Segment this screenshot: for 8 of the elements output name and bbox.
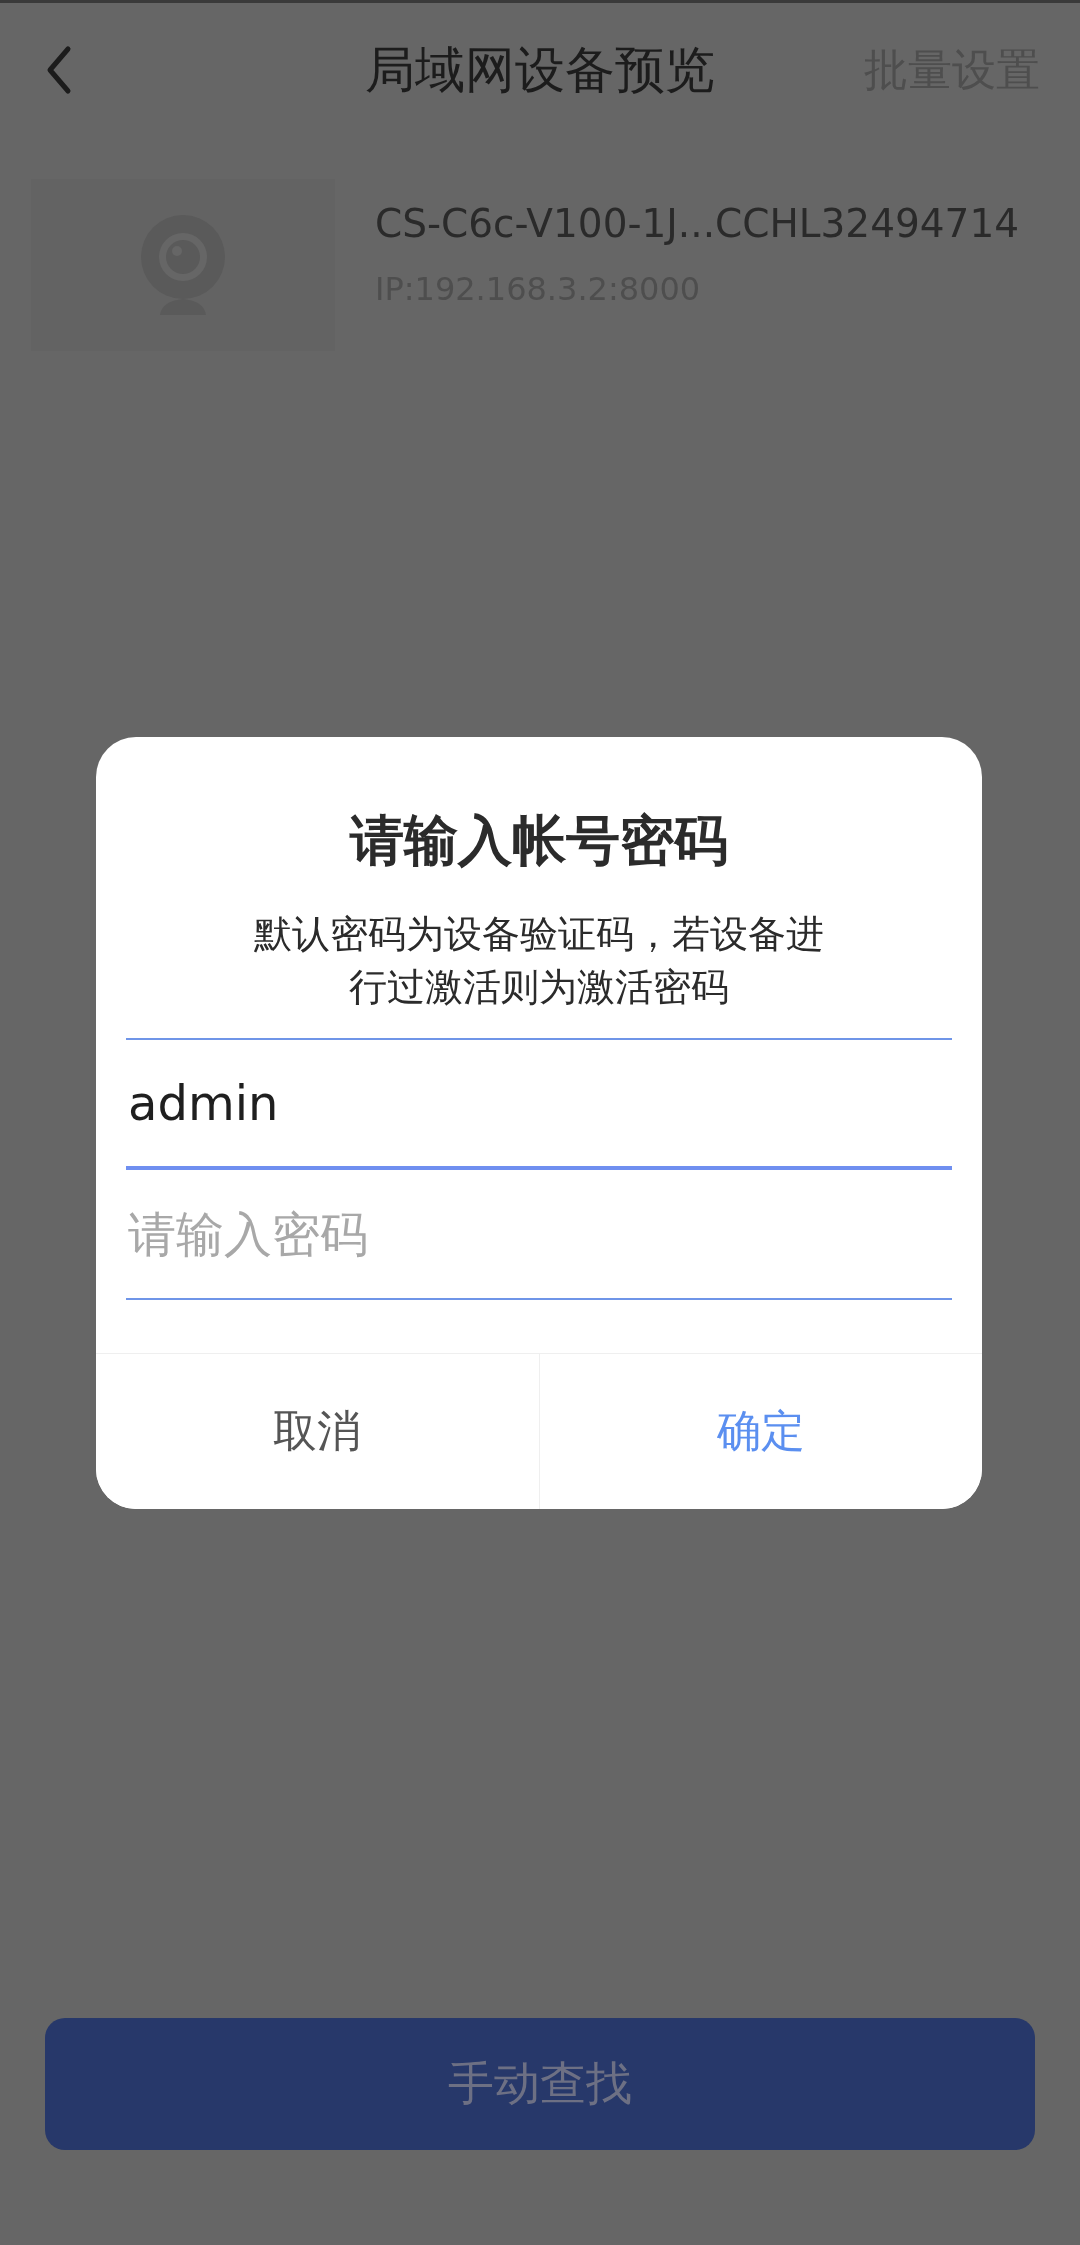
username-field[interactable]: admin <box>126 1040 952 1170</box>
device-name: CS-C6c-V100-1J...CCHL32494714 <box>375 201 1020 246</box>
dialog-title: 请输入帐号密码 <box>348 808 729 874</box>
manual-search-button[interactable]: 手动查找 <box>45 2018 1035 2150</box>
dialog-message: 默认密码为设备验证码，若设备进行过激活则为激活密码 <box>253 911 825 1011</box>
password-field[interactable]: 请输入密码 <box>126 1170 952 1300</box>
page-title: 局域网设备预览 <box>365 40 715 99</box>
confirm-button[interactable]: 确定 <box>538 1354 982 1509</box>
